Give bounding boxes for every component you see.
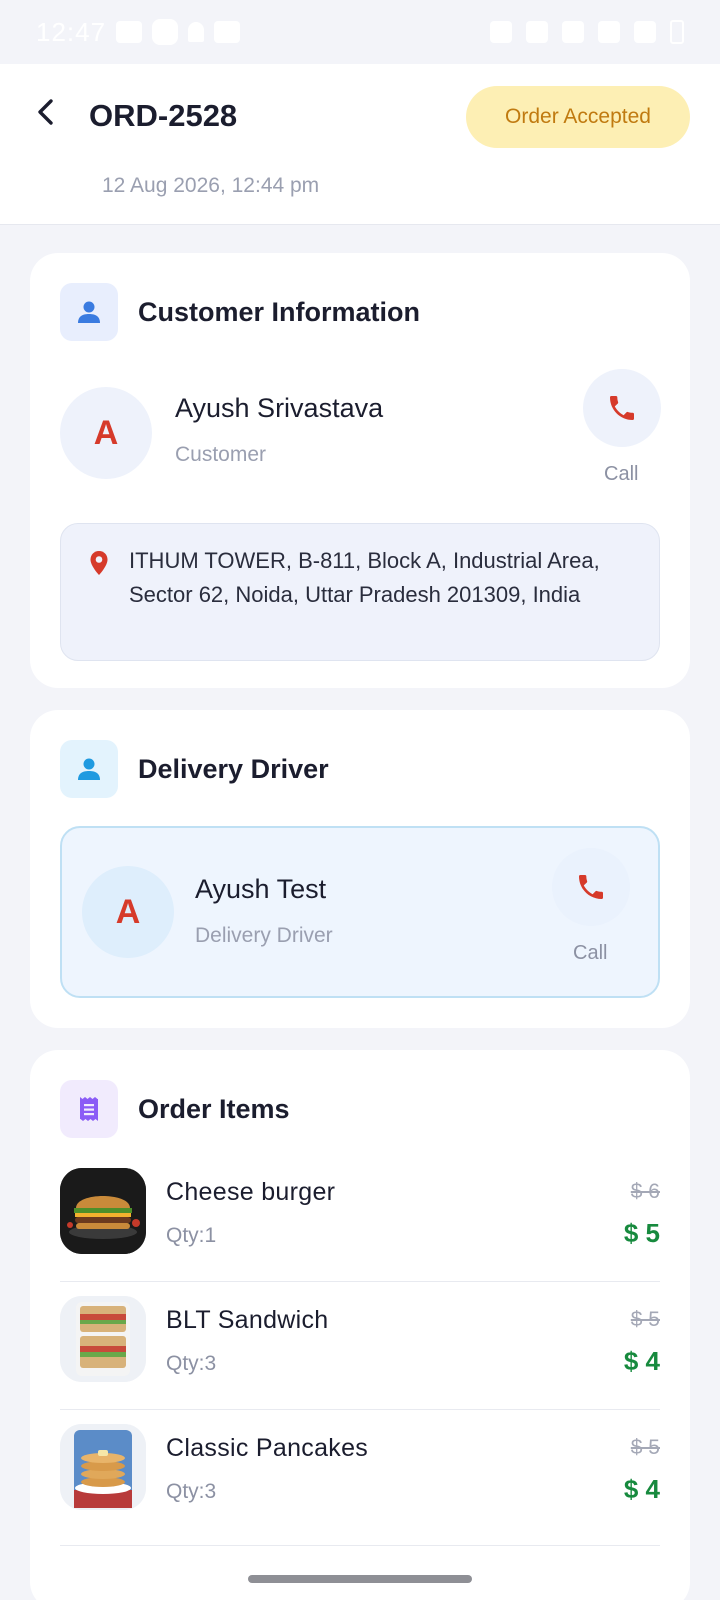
item-quantity: Qty:3 [166, 1480, 217, 1503]
sandwich-illustration-icon [60, 1296, 146, 1382]
order-items-title: Order Items [138, 1093, 290, 1124]
driver-avatar: A [82, 866, 174, 958]
item-quantity: Qty:1 [166, 1224, 217, 1247]
order-item-row[interactable]: Cheese burger Qty:1 $ 6 $ 5 [60, 1154, 660, 1282]
customer-avatar: A [60, 387, 152, 479]
order-status-badge: Order Accepted [466, 86, 690, 148]
classic-pancakes-image [60, 1424, 146, 1510]
status-bar-left: 12:47 [36, 16, 241, 48]
item-original-price: $ 6 [630, 1180, 660, 1203]
driver-role: Delivery Driver [195, 924, 333, 947]
order-id-title: ORD-2528 [89, 98, 238, 133]
order-items-section-header: Order Items [60, 1080, 290, 1138]
order-item-row[interactable]: BLT Sandwich Qty:3 $ 5 $ 4 [60, 1282, 660, 1410]
cheese-burger-image [60, 1168, 146, 1254]
item-original-price: $ 5 [630, 1308, 660, 1331]
blt-sandwich-image [60, 1296, 146, 1382]
driver-phone-icon [579, 875, 603, 899]
pancakes-illustration-icon [60, 1424, 146, 1510]
home-indicator[interactable] [248, 1575, 472, 1583]
order-items-card: Order Items Cheese burger Qty:1 $ 6 $ 5 [30, 1050, 690, 1600]
notification-icon [116, 21, 143, 43]
item-price: $ 5 [623, 1218, 660, 1248]
customer-call-button[interactable] [583, 369, 661, 447]
status-bar: 12:47 [0, 0, 720, 64]
status-time: 12:47 [36, 16, 107, 47]
wifi-calling-icon [562, 21, 584, 43]
driver-name: Ayush Test [195, 874, 327, 904]
item-price: $ 4 [623, 1474, 660, 1504]
person-icon [78, 301, 100, 323]
customer-section-icon-box [60, 283, 118, 341]
driver-section-title: Delivery Driver [138, 753, 329, 784]
customer-address: ITHUM TOWER, B-811, Block A, Industrial … [129, 548, 600, 607]
item-price: $ 4 [623, 1346, 660, 1376]
app-notification-icon [152, 19, 179, 45]
phone-icon [610, 396, 634, 420]
driver-section-icon-box [60, 740, 118, 798]
order-date: 12 Aug 2026, 12:44 pm [102, 174, 320, 197]
item-original-price: $ 5 [630, 1436, 660, 1459]
gallery-notification-icon [214, 21, 241, 43]
location-pin-icon [90, 551, 108, 575]
item-quantity: Qty:3 [166, 1352, 217, 1375]
alert-icon [188, 22, 205, 42]
signal-icon [634, 21, 656, 43]
driver-section-header: Delivery Driver [60, 740, 329, 798]
item-name: Cheese burger [166, 1178, 336, 1206]
wifi-icon [598, 21, 620, 43]
driver-person-icon [78, 758, 100, 780]
back-arrow-icon [38, 99, 53, 125]
customer-name: Ayush Srivastava [175, 393, 384, 423]
back-button[interactable] [28, 94, 64, 130]
status-bar-right [490, 20, 684, 44]
customer-address-box: ITHUM TOWER, B-811, Block A, Industrial … [60, 523, 660, 661]
battery-icon [670, 20, 684, 44]
customer-role: Customer [175, 443, 267, 466]
order-item-row[interactable]: Classic Pancakes Qty:3 $ 5 $ 4 [60, 1410, 660, 1546]
customer-info-card: Customer Information A Ayush Srivastava … [30, 253, 690, 688]
item-name: Classic Pancakes [166, 1434, 369, 1462]
order-items-icon-box [60, 1080, 118, 1138]
data-saver-icon [490, 21, 512, 43]
location-icon [526, 21, 548, 43]
driver-call-label: Call [573, 942, 608, 964]
delivery-driver-card: Delivery Driver A Ayush Test Delivery Dr… [30, 710, 690, 1028]
receipt-icon [80, 1097, 98, 1121]
order-header: ORD-2528 12 Aug 2026, 12:44 pm Order Acc… [0, 64, 720, 225]
driver-call-button[interactable] [552, 848, 630, 926]
customer-section-title: Customer Information [138, 296, 421, 327]
burger-illustration-icon [60, 1168, 146, 1254]
customer-section-header: Customer Information [60, 283, 420, 341]
driver-info-box: A Ayush Test Delivery Driver Call [60, 826, 660, 998]
item-name: BLT Sandwich [166, 1306, 329, 1334]
customer-call-label: Call [604, 463, 639, 485]
